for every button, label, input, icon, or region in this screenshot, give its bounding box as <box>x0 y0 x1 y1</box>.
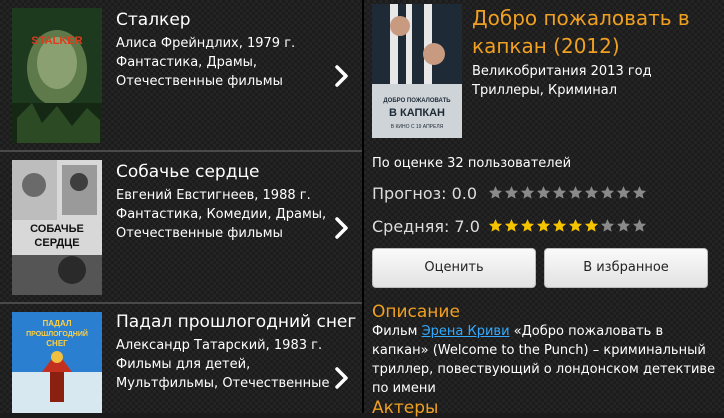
detail-title: Добро пожаловать в капкан (2012) <box>472 6 690 58</box>
detail-country-year: Великобритания 2013 год <box>472 64 652 79</box>
favorite-button[interactable]: В избранное <box>544 248 708 288</box>
movie-credits: Алиса Фрейндлих, 1979 г. <box>116 36 296 51</box>
poster-stalker: STALKER <box>12 8 102 143</box>
average-rating-stars <box>488 218 647 233</box>
svg-text:ДОБРО ПОЖАЛОВАТЬ: ДОБРО ПОЖАЛОВАТЬ <box>383 98 451 104</box>
svg-text:В КАПКАН: В КАПКАН <box>389 107 445 119</box>
svg-text:ПАДАЛ: ПАДАЛ <box>42 319 71 328</box>
star-icon <box>600 219 615 232</box>
movie-detail: ДОБРО ПОЖАЛОВАТЬ В КАПКАН В КИНО С 19 АП… <box>364 0 724 418</box>
star-icon <box>552 219 567 232</box>
star-icon <box>568 186 583 199</box>
movie-title: Собачье сердце <box>116 162 260 182</box>
list-item[interactable]: STALKER Сталкер Алиса Фрейндлих, 1979 г.… <box>0 0 362 149</box>
star-icon <box>552 186 567 199</box>
rate-button[interactable]: Оценить <box>372 248 536 288</box>
chevron-right-icon[interactable] <box>334 366 350 390</box>
star-icon <box>616 219 631 232</box>
star-icon <box>536 186 551 199</box>
movie-list: STALKER Сталкер Алиса Фрейндлих, 1979 г.… <box>0 0 362 413</box>
star-icon <box>520 219 535 232</box>
poster-padal-snег: ПАДАЛ ПРОШЛОГОДНИЙ СНЕГ <box>12 312 102 413</box>
forecast-label: Прогноз: 0.0 <box>372 184 478 203</box>
actors-heading: Актеры <box>372 398 439 418</box>
svg-text:СОБАЧЬЕ: СОБАЧЬЕ <box>30 223 84 235</box>
svg-text:STALKER: STALKER <box>31 35 82 47</box>
movie-title: Падал прошлогодний снег <box>116 312 357 332</box>
detail-poster: ДОБРО ПОЖАЛОВАТЬ В КАПКАН В КИНО С 19 АП… <box>372 4 462 138</box>
movie-credits: Александр Татарский, 1983 г. <box>116 338 323 353</box>
movie-genres: Фантастика, Драмы, <box>116 55 258 70</box>
chevron-right-icon[interactable] <box>334 216 350 240</box>
star-icon <box>616 186 631 199</box>
director-link[interactable]: Эрена Криви <box>422 324 510 339</box>
star-icon <box>504 186 519 199</box>
movie-credits: Евгений Евстигнеев, 1988 г. <box>116 188 311 203</box>
star-icon <box>600 186 615 199</box>
star-icon <box>504 219 519 232</box>
list-item[interactable]: ПАДАЛ ПРОШЛОГОДНИЙ СНЕГ Падал прошлогодн… <box>0 304 362 413</box>
star-icon <box>488 186 503 199</box>
movie-genres-cont: Мультфильмы, Отечественные <box>116 376 330 391</box>
detail-genres: Триллеры, Криминал <box>472 83 617 98</box>
star-icon <box>584 186 599 199</box>
chevron-right-icon[interactable] <box>334 64 350 88</box>
star-icon <box>568 219 583 232</box>
forecast-rating-stars <box>488 185 647 200</box>
star-icon <box>584 219 599 232</box>
movie-genres-cont: Отечественные фильмы <box>116 74 283 89</box>
star-icon <box>632 219 647 232</box>
svg-text:СЕРДЦЕ: СЕРДЦЕ <box>34 237 79 249</box>
list-item[interactable]: СОБАЧЬЕ СЕРДЦЕ Собачье сердце Евгений Ев… <box>0 152 362 301</box>
movie-genres: Фантастика, Комедии, Драмы, <box>116 207 327 222</box>
movie-title: Сталкер <box>116 10 191 30</box>
votes-count: По оценке 32 пользователей <box>372 156 572 171</box>
average-label: Средняя: 7.0 <box>372 217 480 236</box>
description-text: Фильм Эрена Криви «Добро пожаловать в ка… <box>372 322 722 398</box>
movie-genres: Фильмы для детей, <box>116 357 251 372</box>
svg-text:В КИНО С 19 АПРЕЛЯ: В КИНО С 19 АПРЕЛЯ <box>391 124 444 130</box>
star-icon <box>520 186 535 199</box>
movie-genres-cont: Отечественные фильмы <box>116 226 283 241</box>
svg-text:ПРОШЛОГОДНИЙ: ПРОШЛОГОДНИЙ <box>26 329 88 338</box>
star-icon <box>536 219 551 232</box>
star-icon <box>632 186 647 199</box>
poster-sobachye-serdtse: СОБАЧЬЕ СЕРДЦЕ <box>12 160 102 295</box>
star-icon <box>488 219 503 232</box>
description-prefix: Фильм <box>372 324 422 339</box>
description-heading: Описание <box>372 302 460 322</box>
svg-text:СНЕГ: СНЕГ <box>46 339 68 348</box>
